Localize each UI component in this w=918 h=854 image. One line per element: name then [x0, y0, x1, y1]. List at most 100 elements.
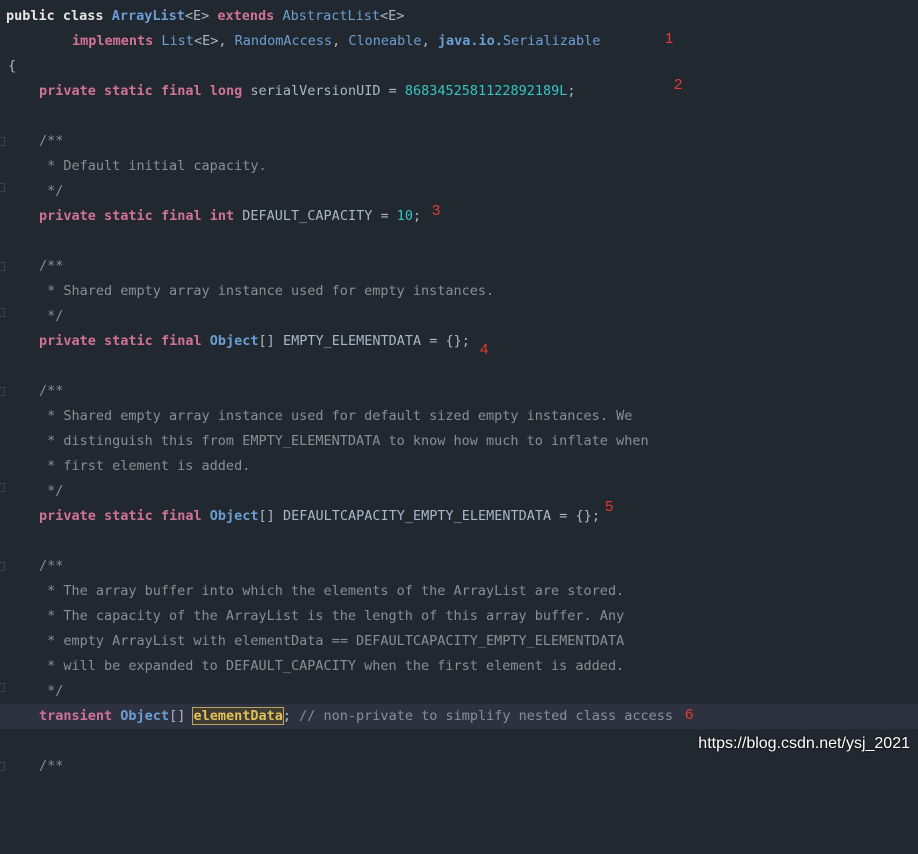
interface-randomaccess[interactable]: RandomAccess — [235, 33, 333, 49]
type-long: long — [209, 83, 243, 99]
code-line[interactable]: implements List<E>, RandomAccess, Clonea… — [0, 29, 918, 54]
fold-marker-icon[interactable] — [0, 183, 5, 192]
type-object[interactable]: Object — [210, 508, 259, 524]
fold-marker-icon[interactable] — [0, 483, 5, 492]
keyword-final: final — [160, 83, 202, 99]
code-line[interactable]: * Default initial capacity. — [0, 154, 918, 179]
comment: */ — [39, 308, 64, 324]
semicolon: ; — [461, 333, 470, 349]
field-name[interactable]: EMPTY_ELEMENTDATA — [283, 333, 421, 349]
keyword-final: final — [160, 208, 202, 224]
fold-marker-icon[interactable] — [0, 562, 5, 571]
comment: * Shared empty array instance used for d… — [39, 408, 633, 424]
code-line[interactable]: private static final Object[] EMPTY_ELEM… — [0, 329, 918, 354]
line-comment: // non-private to simplify nested class … — [291, 708, 674, 724]
fold-marker-icon[interactable] — [0, 137, 5, 146]
field-name[interactable]: DEFAULT_CAPACITY — [242, 208, 372, 224]
open-brace: { — [8, 58, 17, 74]
comment: * will be expanded to DEFAULT_CAPACITY w… — [39, 658, 625, 674]
code-line[interactable]: * Shared empty array instance used for d… — [0, 404, 918, 429]
code-line[interactable]: * first element is added. — [0, 454, 918, 479]
comment: * first element is added. — [39, 458, 251, 474]
comment: * The array buffer into which the elemen… — [39, 583, 625, 599]
generic-param: <E> — [193, 33, 219, 49]
code-line[interactable]: private static final Object[] DEFAULTCAP… — [0, 504, 918, 529]
operator: = — [380, 83, 405, 99]
fold-marker-icon[interactable] — [0, 262, 5, 271]
type-object[interactable]: Object — [120, 708, 169, 724]
comment: */ — [39, 483, 64, 499]
keyword-static: static — [104, 508, 153, 524]
comment: * Shared empty array instance used for e… — [39, 283, 495, 299]
annotation-number: 1 — [665, 30, 674, 47]
code-line[interactable]: /** — [0, 554, 918, 579]
interface-serializable[interactable]: Serializable — [503, 33, 601, 49]
code-line[interactable]: private static final long serialVersionU… — [0, 79, 918, 104]
code-line[interactable]: { — [0, 54, 918, 79]
current-code-line[interactable]: transient Object[] elementData; // non-p… — [0, 704, 918, 729]
code-line[interactable]: /** — [0, 379, 918, 404]
semicolon: ; — [282, 708, 292, 724]
comment: * distinguish this from EMPTY_ELEMENTDAT… — [39, 433, 649, 449]
comment: */ — [39, 183, 64, 199]
type-object[interactable]: Object — [210, 333, 259, 349]
keyword-static: static — [104, 208, 153, 224]
separator: , — [332, 33, 349, 49]
field-value: {} — [445, 333, 462, 349]
comment: * empty ArrayList with elementData == DE… — [39, 633, 625, 649]
fold-marker-icon[interactable] — [0, 683, 5, 692]
comment: /** — [39, 383, 64, 399]
keyword-transient: transient — [39, 708, 113, 724]
fold-marker-icon[interactable] — [0, 387, 5, 396]
keyword-final: final — [160, 508, 202, 524]
code-line[interactable]: /** — [0, 129, 918, 154]
class-name[interactable]: ArrayList — [112, 8, 185, 24]
comment: * The capacity of the ArrayList is the l… — [39, 608, 625, 624]
code-line[interactable]: private static final int DEFAULT_CAPACIT… — [0, 204, 918, 229]
semicolon: ; — [412, 208, 422, 224]
code-line[interactable]: /** — [0, 254, 918, 279]
array-brackets: [] — [258, 508, 275, 524]
code-line[interactable]: */ — [0, 479, 918, 504]
code-line[interactable]: * Shared empty array instance used for e… — [0, 279, 918, 304]
separator: , — [421, 33, 438, 49]
code-line[interactable]: */ — [0, 304, 918, 329]
keyword-private: private — [39, 83, 96, 99]
keyword-final: final — [160, 333, 202, 349]
code-line[interactable]: * The capacity of the ArrayList is the l… — [0, 604, 918, 629]
code-line[interactable]: public class ArrayList<E> extends Abstra… — [0, 4, 918, 29]
code-line[interactable]: */ — [0, 679, 918, 704]
array-brackets: [] — [258, 333, 275, 349]
comment: /** — [39, 258, 64, 274]
field-value: 8683452581122892189L — [404, 83, 568, 99]
generic-param: <E> — [379, 8, 405, 24]
comment: * Default initial capacity. — [39, 158, 267, 174]
annotation-number: 4 — [480, 341, 489, 358]
code-line[interactable]: * distinguish this from EMPTY_ELEMENTDAT… — [0, 429, 918, 454]
interface-cloneable[interactable]: Cloneable — [348, 33, 421, 49]
fold-marker-icon[interactable] — [0, 308, 5, 317]
keyword-implements: implements — [72, 33, 154, 49]
field-name[interactable]: DEFAULTCAPACITY_EMPTY_ELEMENTDATA — [283, 508, 551, 524]
field-name[interactable]: serialVersionUID — [250, 83, 380, 99]
array-brackets: [] — [169, 708, 186, 724]
highlighted-field-name[interactable]: elementData — [192, 707, 284, 725]
code-line[interactable]: */ — [0, 179, 918, 204]
keyword-public: public — [6, 8, 55, 24]
field-value: 10 — [396, 208, 413, 224]
code-line[interactable]: * The array buffer into which the elemen… — [0, 579, 918, 604]
semicolon: ; — [591, 508, 600, 524]
keyword-static: static — [104, 83, 153, 99]
annotation-number: 6 — [685, 706, 694, 723]
separator: , — [218, 33, 235, 49]
code-line[interactable]: * will be expanded to DEFAULT_CAPACITY w… — [0, 654, 918, 679]
annotation-number: 3 — [432, 202, 441, 219]
keyword-private: private — [39, 333, 96, 349]
operator: = — [551, 508, 576, 524]
annotation-number: 2 — [674, 76, 683, 93]
code-editor[interactable]: public class ArrayList<E> extends Abstra… — [0, 0, 918, 774]
code-line[interactable]: * empty ArrayList with elementData == DE… — [0, 629, 918, 654]
interface-list[interactable]: List — [161, 33, 194, 49]
parent-class[interactable]: AbstractList — [282, 8, 380, 24]
keyword-extends: extends — [217, 8, 275, 24]
